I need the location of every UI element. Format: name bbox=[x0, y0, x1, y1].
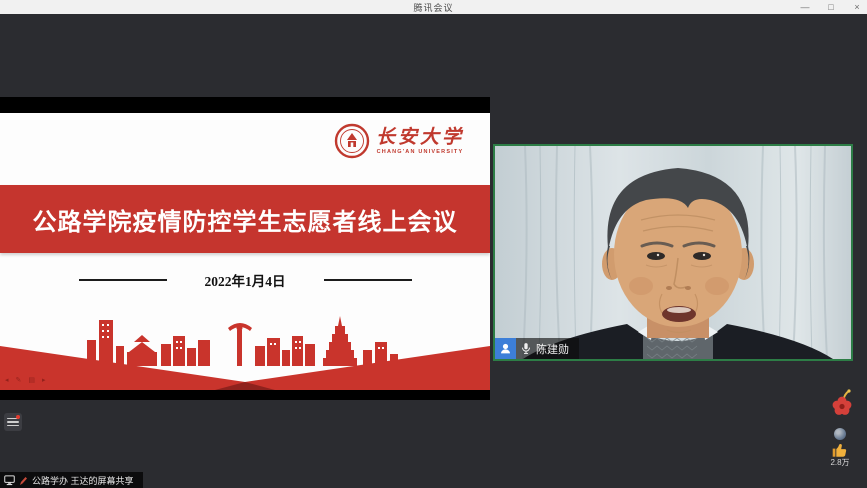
thumbs-up-reaction-icon bbox=[830, 441, 848, 458]
screen-share-label: 公路学办 王达的屏幕共享 bbox=[32, 474, 134, 487]
participant-nametag: 陈建勋 bbox=[495, 338, 579, 359]
maximize-button[interactable]: □ bbox=[825, 0, 837, 14]
slide-date: 2022年1月4日 bbox=[205, 270, 286, 290]
university-seal-icon bbox=[334, 123, 370, 159]
university-name-en: CHANG'AN UNIVERSITY bbox=[377, 149, 464, 155]
screen-share-icon bbox=[4, 475, 15, 486]
presentation-slide: 长安大学 CHANG'AN UNIVERSITY 公路学院疫情防控学生志愿者线上… bbox=[0, 113, 490, 390]
annotation-toolbar-button[interactable] bbox=[4, 413, 22, 431]
thumbs-up-count: 2.8万 bbox=[822, 457, 858, 468]
flower-reaction-icon bbox=[830, 388, 854, 416]
participant-avatar-icon bbox=[495, 338, 516, 359]
pen-tool-icon[interactable]: ✎ bbox=[16, 377, 22, 385]
microphone-icon bbox=[521, 342, 531, 355]
university-name-cn: 长安大学 bbox=[376, 128, 464, 148]
ribbon-graphic bbox=[0, 332, 490, 390]
meeting-main-area: 长安大学 CHANG'AN UNIVERSITY 公路学院疫情防控学生志愿者线上… bbox=[0, 14, 867, 488]
slide-date-row: 2022年1月4日 bbox=[0, 270, 490, 290]
meeting-window: 腾讯会议 — □ × 长安大学 CHANG'AN UNIVERSITY bbox=[0, 0, 867, 488]
window-title: 腾讯会议 bbox=[413, 1, 453, 14]
participant-name: 陈建勋 bbox=[536, 341, 569, 357]
participant-video-tile[interactable]: 陈建勋 bbox=[493, 144, 853, 361]
presenter-controls: ◂ ✎ ▤ ▸ bbox=[5, 377, 46, 385]
next-slide-icon[interactable]: ▸ bbox=[42, 377, 46, 385]
slide-overview-icon[interactable]: ▤ bbox=[28, 377, 35, 385]
university-logo: 长安大学 CHANG'AN UNIVERSITY bbox=[334, 123, 464, 159]
annotation-pen-icon bbox=[19, 476, 28, 486]
participant-video-frame bbox=[495, 146, 851, 359]
notification-dot bbox=[16, 415, 20, 419]
university-logo-text: 长安大学 CHANG'AN UNIVERSITY bbox=[376, 128, 464, 155]
fading-reaction-icon bbox=[834, 428, 846, 440]
screen-share-banner: 公路学办 王达的屏幕共享 bbox=[0, 472, 143, 488]
title-bar: 腾讯会议 — □ × bbox=[0, 0, 867, 15]
close-button[interactable]: × bbox=[851, 0, 863, 14]
slide-title-banner: 公路学院疫情防控学生志愿者线上会议 bbox=[0, 185, 490, 253]
prev-slide-icon[interactable]: ◂ bbox=[5, 377, 9, 385]
minimize-button[interactable]: — bbox=[799, 0, 811, 14]
slide-title: 公路学院疫情防控学生志愿者线上会议 bbox=[33, 202, 458, 237]
date-rule-right bbox=[324, 279, 412, 281]
date-rule-left bbox=[79, 279, 167, 281]
window-controls: — □ × bbox=[799, 0, 863, 14]
